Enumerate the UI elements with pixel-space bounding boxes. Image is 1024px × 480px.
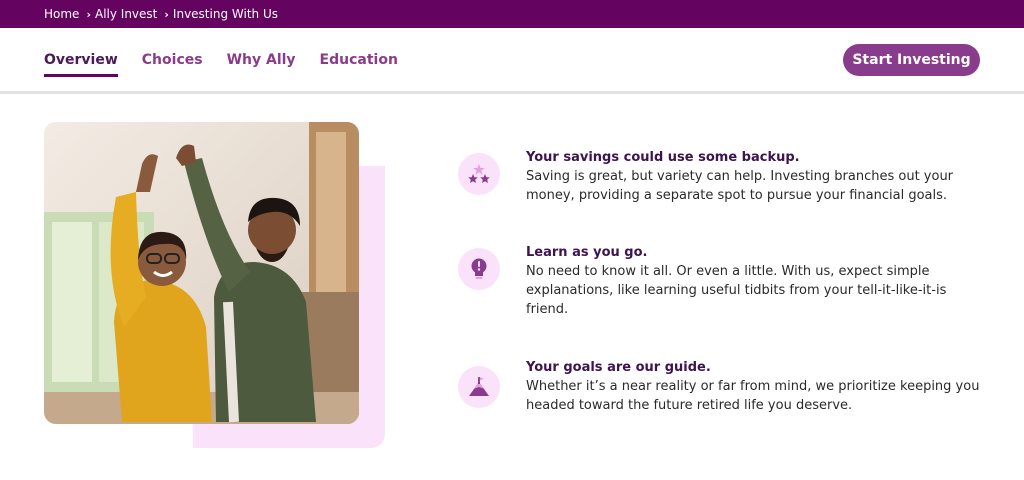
start-investing-button[interactable]: Start Investing bbox=[843, 44, 980, 76]
feature-text: Your savings could use some backup. Savi… bbox=[526, 148, 986, 205]
breadcrumb-ally-invest-link[interactable]: Ally Invest bbox=[95, 7, 157, 21]
feature-body: Whether it’s a near reality or far from … bbox=[526, 379, 980, 413]
tab-education[interactable]: Education bbox=[320, 28, 398, 91]
chevron-right-icon: › bbox=[164, 7, 169, 21]
feature-icon-badge bbox=[458, 366, 500, 408]
feature-body: No need to know it all. Or even a little… bbox=[526, 264, 947, 317]
tab-choices[interactable]: Choices bbox=[142, 28, 203, 91]
couple-dancing-photo bbox=[44, 122, 359, 424]
feature-body: Saving is great, but variety can help. I… bbox=[526, 169, 954, 203]
feature-title: Your savings could use some backup. bbox=[526, 150, 800, 165]
section-nav: Overview Choices Why Ally Education Star… bbox=[0, 28, 1024, 94]
breadcrumb-home-link[interactable]: Home bbox=[44, 7, 79, 21]
breadcrumb-bar: Home › Ally Invest › Investing With Us bbox=[0, 0, 1024, 28]
chevron-right-icon: › bbox=[86, 7, 91, 21]
mountain-flag-icon bbox=[469, 377, 489, 396]
feature-icon-badge bbox=[458, 248, 500, 290]
tab-why-ally[interactable]: Why Ally bbox=[227, 28, 296, 91]
stars-icon bbox=[468, 164, 490, 183]
feature-icon-badge bbox=[458, 153, 500, 195]
feature-text: Your goals are our guide. Whether it’s a… bbox=[526, 358, 986, 415]
breadcrumb-current-page[interactable]: Investing With Us bbox=[173, 7, 278, 21]
tab-list: Overview Choices Why Ally Education bbox=[44, 28, 422, 91]
feature-title: Learn as you go. bbox=[526, 245, 648, 260]
feature-title: Your goals are our guide. bbox=[526, 360, 711, 375]
breadcrumb: Home › Ally Invest › Investing With Us bbox=[44, 7, 278, 21]
tab-overview[interactable]: Overview bbox=[44, 28, 118, 91]
lightbulb-icon bbox=[471, 258, 487, 279]
feature-text: Learn as you go. No need to know it all.… bbox=[526, 243, 986, 319]
